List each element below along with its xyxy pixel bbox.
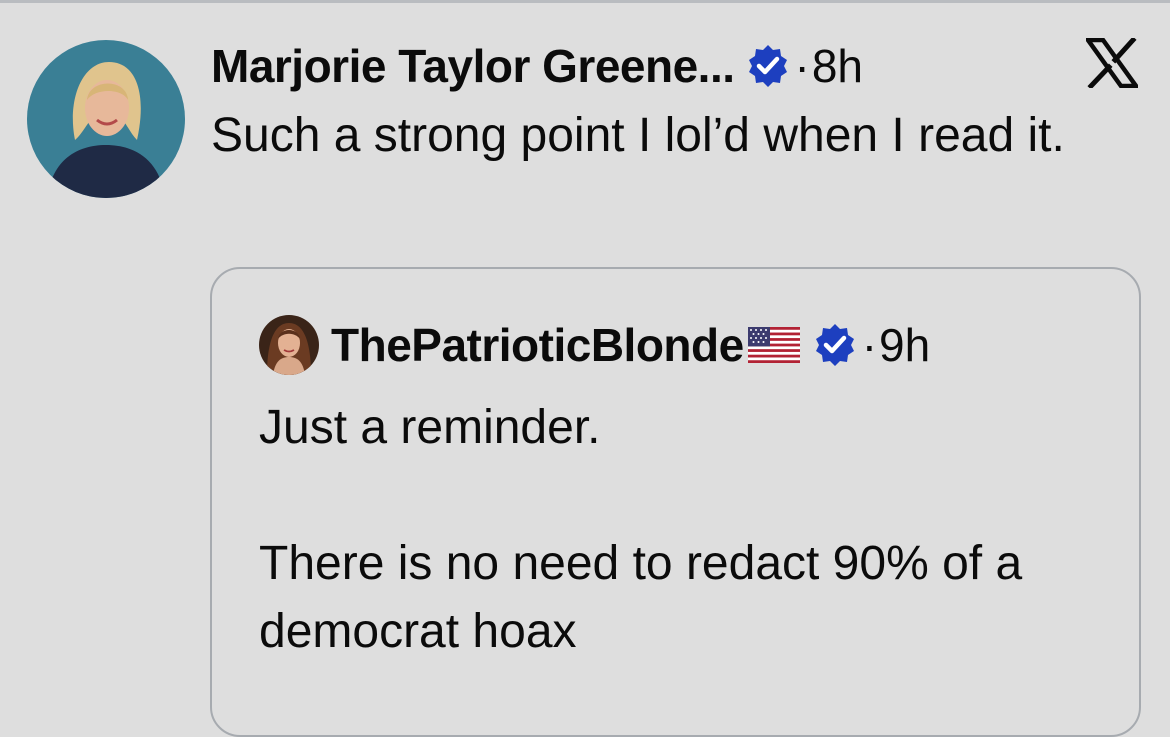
quoted-tweet-text: Just a reminder. There is no need to red… xyxy=(259,394,1119,666)
quoted-tweet-line: There is no need to redact 90% of a demo… xyxy=(259,537,1023,658)
quoted-tweet-line: Just a reminder. xyxy=(259,401,601,454)
quoted-tweet-card[interactable]: ThePatrioticBlonde · 9h Just a reminder.… xyxy=(210,267,1141,737)
author-avatar[interactable] xyxy=(27,40,185,198)
quoted-author-avatar[interactable] xyxy=(259,315,319,375)
quoted-verified-badge-icon xyxy=(812,322,858,368)
tweet-text: Such a strong point I lol’d when I read … xyxy=(211,109,1065,162)
tweet-header: Marjorie Taylor Greene... · 8h xyxy=(211,36,863,96)
x-logo-icon[interactable] xyxy=(1086,38,1138,88)
top-divider xyxy=(0,0,1170,3)
tweet-timestamp[interactable]: 8h xyxy=(812,39,863,93)
quoted-tweet-timestamp[interactable]: 9h xyxy=(879,318,930,372)
verified-badge-icon xyxy=(745,43,791,89)
quoted-tweet-header: ThePatrioticBlonde · 9h xyxy=(259,313,930,377)
quoted-author-display-name[interactable]: ThePatrioticBlonde xyxy=(331,318,744,372)
time-separator: · xyxy=(794,40,810,92)
author-display-name[interactable]: Marjorie Taylor Greene... xyxy=(211,39,735,93)
us-flag-icon xyxy=(747,327,800,363)
quoted-time-separator: · xyxy=(861,319,878,371)
